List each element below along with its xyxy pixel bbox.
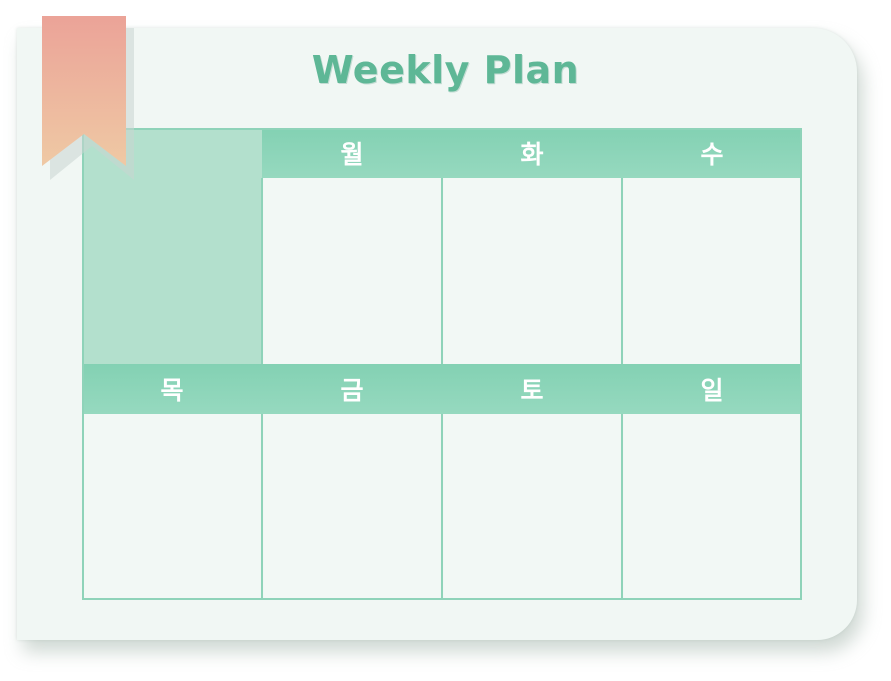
planner-grid — [82, 128, 802, 600]
bookmark-ribbon-icon — [42, 16, 126, 166]
weekly-plan-page: Weekly Plan 월 화 수 목 금 토 일 — [0, 0, 891, 681]
